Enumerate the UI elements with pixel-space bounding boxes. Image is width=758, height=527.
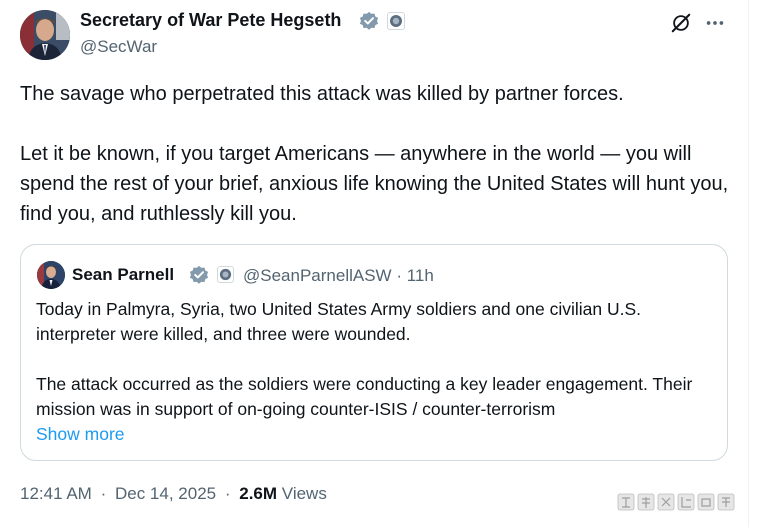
tweet-meta: 12:41 AM · Dec 14, 2025 · 2.6M Views (20, 484, 327, 504)
tweet-date[interactable]: Dec 14, 2025 (115, 484, 216, 503)
author-handle[interactable]: @SecWar (80, 37, 157, 57)
quoted-text-paragraph: The attack occurred as the soldiers were… (36, 374, 693, 419)
meta-separator: · (100, 484, 107, 503)
government-affiliation-icon[interactable] (387, 12, 405, 30)
quoted-author-name[interactable]: Sean Parnell (72, 265, 174, 285)
tweet-text-paragraph: Let it be known, if you target Americans… (20, 143, 729, 225)
tweet-text-paragraph: The savage who perpetrated this attack w… (20, 83, 624, 105)
author-avatar[interactable] (20, 10, 70, 60)
watermark-decoration (617, 493, 735, 511)
quoted-tweet-card[interactable]: Sean Parnell @SeanParnellASW · 11h Today… (20, 244, 728, 461)
quoted-author-avatar[interactable] (37, 261, 65, 289)
column-divider (748, 0, 749, 527)
verified-badge-icon[interactable] (359, 11, 379, 31)
views-label: Views (281, 484, 327, 503)
meta-separator: · (224, 484, 231, 503)
grok-icon[interactable] (670, 12, 692, 34)
quoted-text-paragraph: Today in Palmyra, Syria, two United Stat… (36, 299, 641, 344)
government-affiliation-icon[interactable] (217, 266, 234, 283)
more-options-icon[interactable] (704, 12, 726, 34)
author-name[interactable]: Secretary of War Pete Hegseth (80, 10, 341, 31)
quoted-handle-time[interactable]: @SeanParnellASW · 11h (243, 266, 434, 286)
show-more-link[interactable]: Show more (36, 422, 125, 447)
tweet-time[interactable]: 12:41 AM (20, 484, 92, 503)
views-count: 2.6M (239, 484, 278, 503)
verified-badge-icon[interactable] (189, 265, 209, 285)
